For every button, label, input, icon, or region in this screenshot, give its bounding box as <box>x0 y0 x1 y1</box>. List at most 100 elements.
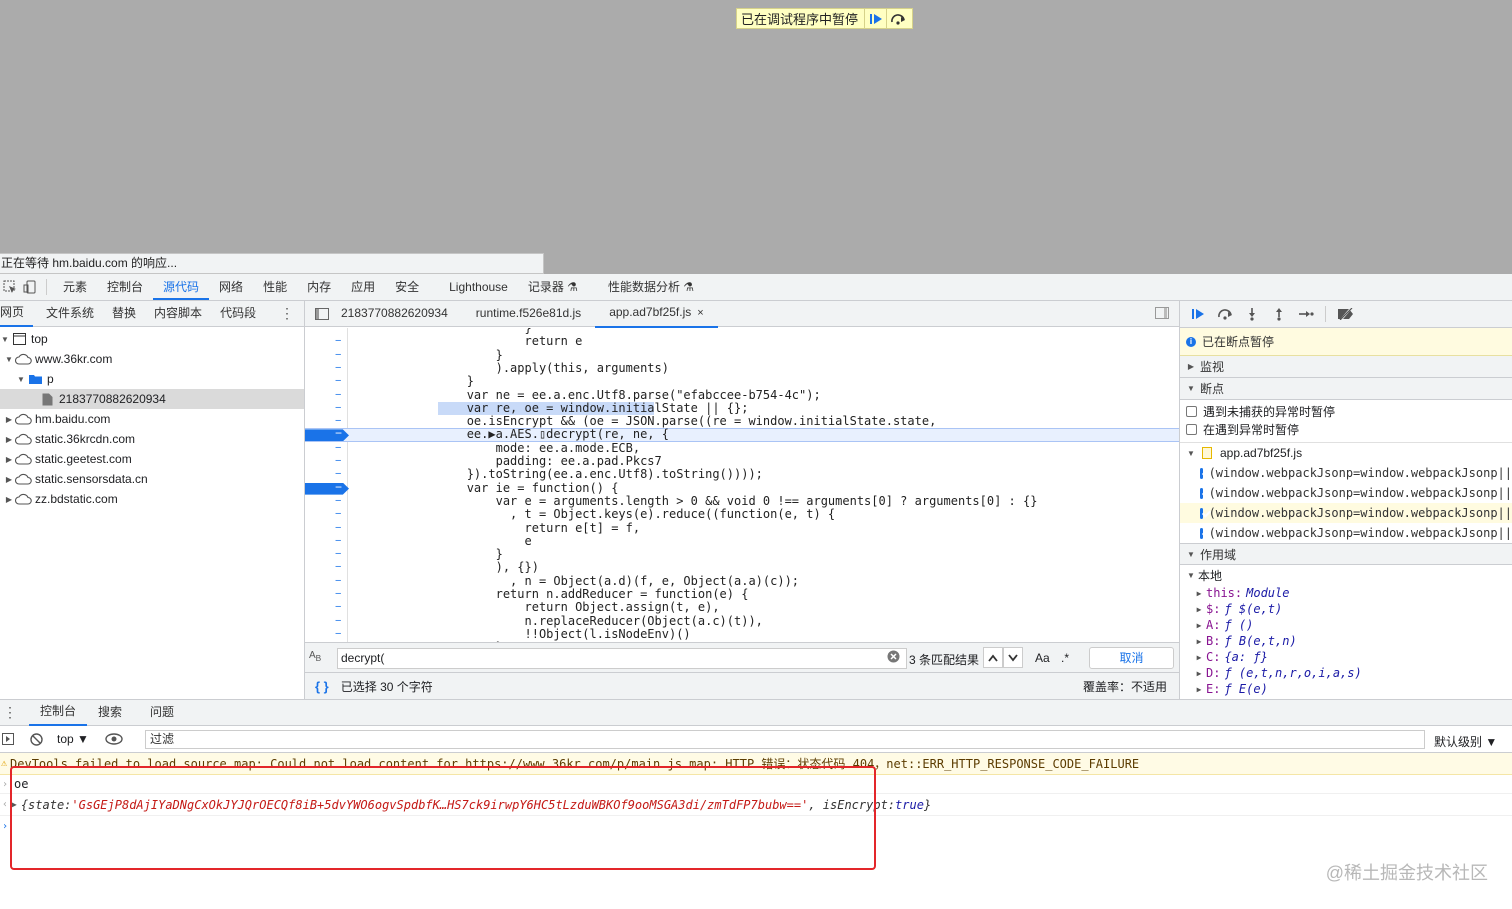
code-area[interactable]: } − return e − } − ).apply(this, arguments)… <box>305 328 1179 642</box>
tree-item[interactable]: ▼ top <box>0 329 304 349</box>
gutter-coverage-mark[interactable]: − <box>335 522 345 535</box>
breakpoint-checkbox[interactable] <box>1200 487 1203 499</box>
match-case-button[interactable]: Aa <box>1035 651 1050 665</box>
gutter-coverage-mark[interactable]: − <box>335 575 345 588</box>
log-level-selector[interactable]: 默认级别 ▼ <box>1434 733 1497 750</box>
scope-variable[interactable]: ▶ A: ƒ () <box>1180 617 1512 633</box>
gutter-coverage-mark[interactable]: − <box>335 628 345 641</box>
scope-section-header[interactable]: ▼ 作用域 <box>1180 543 1512 565</box>
regex-button[interactable]: .* <box>1061 651 1069 665</box>
gutter-coverage-mark[interactable]: − <box>335 508 345 521</box>
tree-item[interactable]: ▶ static.36krcdn.com <box>0 429 304 449</box>
gutter-coverage-mark[interactable]: − <box>335 548 345 561</box>
device-toolbar-button[interactable] <box>20 274 40 300</box>
toggle-navigator-icon[interactable] <box>305 307 339 320</box>
step-out-button[interactable] <box>1265 301 1292 327</box>
breakpoint-checkbox[interactable] <box>1200 507 1203 519</box>
breakpoint-file-group[interactable]: ▼ app.ad7bf25f.js <box>1180 443 1512 463</box>
breakpoint-checkbox[interactable] <box>1200 467 1203 479</box>
nav-tab-overrides[interactable]: 替换 <box>103 301 145 326</box>
drawer-tab-issues[interactable]: 问题 <box>139 700 185 725</box>
scope-variable[interactable]: ▶ B: ƒ B(e,t,n) <box>1180 633 1512 649</box>
gutter-coverage-mark[interactable]: − <box>335 615 345 628</box>
drawer-tab-console[interactable]: 控制台 <box>29 699 88 726</box>
step-over-button[interactable] <box>1211 301 1238 327</box>
deactivate-breakpoints-button[interactable] <box>1332 301 1359 327</box>
resume-script-button[interactable] <box>1184 301 1211 327</box>
nav-tab-snippets[interactable]: 代码段 <box>211 301 265 326</box>
gutter-coverage-mark[interactable]: − <box>335 402 345 415</box>
tree-item[interactable]: ▶ static.geetest.com <box>0 449 304 469</box>
context-selector[interactable]: top ▼ <box>57 732 89 746</box>
tab-network[interactable]: 网络 <box>209 274 253 300</box>
show-sidebar-icon[interactable] <box>2 733 18 745</box>
pretty-print-button[interactable]: { } <box>315 679 329 694</box>
editor-tab-runtime[interactable]: runtime.f526e81d.js <box>462 301 595 326</box>
gutter-coverage-mark[interactable]: − <box>335 468 345 481</box>
tab-elements[interactable]: 元素 <box>53 274 97 300</box>
pause-uncaught-option[interactable]: 遇到未捕获的异常时暂停 <box>1180 402 1512 420</box>
pause-uncaught-checkbox[interactable] <box>1186 405 1197 417</box>
tree-item[interactable]: 2183770882620934 <box>0 389 304 409</box>
resume-button[interactable] <box>864 9 886 28</box>
tab-performance-insights[interactable]: 性能数据分析 ⚗ <box>598 274 704 300</box>
breakpoints-section-header[interactable]: ▼ 断点 <box>1180 378 1512 400</box>
gutter-coverage-mark[interactable]: − <box>335 442 345 455</box>
nav-tab-filesystem[interactable]: 文件系统 <box>37 301 103 326</box>
breakpoint-item[interactable]: (window.webpackJsonp=window.webpackJsonp… <box>1180 523 1512 543</box>
tree-item[interactable]: ▶ zz.bdstatic.com <box>0 489 304 509</box>
nav-tab-page[interactable]: 网页 <box>0 300 34 327</box>
tree-item[interactable]: ▼ www.36kr.com <box>0 349 304 369</box>
gutter-coverage-mark[interactable]: − <box>335 362 345 375</box>
gutter-coverage-mark[interactable]: − <box>335 415 345 428</box>
drawer-menu-icon[interactable]: ⋮ <box>0 704 23 721</box>
breakpoint-item[interactable]: (window.webpackJsonp=window.webpackJsonp… <box>1180 503 1512 523</box>
local-scope-header[interactable]: ▼ 本地 <box>1180 565 1512 585</box>
breakpoint-item[interactable]: (window.webpackJsonp=window.webpackJsonp… <box>1180 483 1512 503</box>
editor-tab-app[interactable]: app.ad7bf25f.js × <box>595 300 718 328</box>
tab-console[interactable]: 控制台 <box>97 274 153 300</box>
tab-lighthouse[interactable]: Lighthouse <box>439 274 518 300</box>
tab-security[interactable]: 安全 <box>385 274 429 300</box>
toggle-debugger-icon[interactable] <box>1155 307 1169 322</box>
nav-tab-content-scripts[interactable]: 内容脚本 <box>145 301 211 326</box>
next-match-button[interactable] <box>1003 647 1023 668</box>
cancel-search-button[interactable]: 取消 <box>1089 647 1174 669</box>
scope-variable[interactable]: ▶ this: Module <box>1180 585 1512 601</box>
console-filter-input[interactable]: 过滤 <box>145 730 1425 749</box>
gutter-coverage-mark[interactable]: − <box>335 335 345 348</box>
live-expression-icon[interactable] <box>105 733 123 745</box>
tree-item[interactable]: ▶ static.sensorsdata.cn <box>0 469 304 489</box>
scope-variable[interactable]: ▶ D: ƒ (e,t,n,r,o,i,a,s) <box>1180 665 1512 681</box>
gutter-coverage-mark[interactable]: − <box>335 349 345 362</box>
breakpoint-marker[interactable]: − <box>305 482 349 495</box>
scope-variable[interactable]: ▶ $: ƒ $(e,t) <box>1180 601 1512 617</box>
breakpoint-checkbox[interactable] <box>1200 527 1203 539</box>
scope-variable[interactable]: ▶ C: {a: ƒ} <box>1180 649 1512 665</box>
drawer-tab-search[interactable]: 搜索 <box>87 700 133 725</box>
gutter-coverage-mark[interactable]: − <box>335 561 345 574</box>
gutter-coverage-mark[interactable]: − <box>335 601 345 614</box>
tree-item[interactable]: ▼ p <box>0 369 304 389</box>
clear-console-icon[interactable] <box>30 732 43 746</box>
editor-tab-html[interactable]: 2183770882620934 <box>339 301 462 326</box>
replace-toggle-icon[interactable]: AB <box>309 650 321 663</box>
tab-application[interactable]: 应用 <box>341 274 385 300</box>
tab-memory[interactable]: 内存 <box>297 274 341 300</box>
tree-item[interactable]: ▶ hm.baidu.com <box>0 409 304 429</box>
inspect-element-button[interactable] <box>0 274 20 300</box>
prev-match-button[interactable] <box>983 647 1003 668</box>
close-tab-icon[interactable]: × <box>697 307 703 319</box>
tab-recorder[interactable]: 记录器 ⚗ <box>518 274 588 300</box>
step-button[interactable] <box>1292 301 1319 327</box>
pause-caught-checkbox[interactable] <box>1186 423 1197 435</box>
find-input[interactable]: decrypt( <box>337 648 907 669</box>
breakpoint-item[interactable]: (window.webpackJsonp=window.webpackJsonp… <box>1180 463 1512 483</box>
gutter-coverage-mark[interactable]: − <box>335 389 345 402</box>
tab-sources[interactable]: 源代码 <box>153 274 210 300</box>
step-into-button[interactable] <box>1238 301 1265 327</box>
gutter-coverage-mark[interactable]: − <box>335 375 345 388</box>
tab-performance[interactable]: 性能 <box>253 274 297 300</box>
step-over-button[interactable] <box>886 9 908 28</box>
pause-caught-option[interactable]: 在遇到异常时暂停 <box>1180 420 1512 438</box>
